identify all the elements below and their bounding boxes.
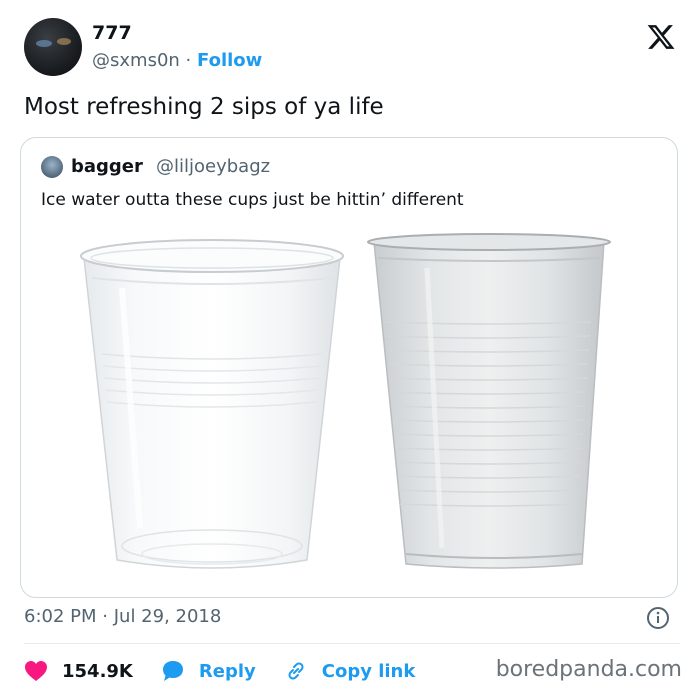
quoted-display-name[interactable]: bagger bbox=[71, 156, 143, 177]
reply-bubble-icon bbox=[162, 661, 183, 681]
like-button[interactable]: 154.9K bbox=[24, 660, 133, 682]
timestamp[interactable]: 6:02 PM · Jul 29, 2018 bbox=[24, 606, 221, 627]
author-handle[interactable]: @sxms0n bbox=[92, 50, 180, 71]
copy-link-button[interactable]: Copy link bbox=[284, 659, 416, 683]
link-icon bbox=[288, 662, 304, 680]
like-count: 154.9K bbox=[62, 660, 133, 682]
heart-icon bbox=[25, 661, 47, 681]
separator: · bbox=[102, 606, 108, 627]
separator: · bbox=[185, 50, 192, 71]
frosted-plastic-cup bbox=[367, 233, 611, 569]
reply-label: Reply bbox=[198, 660, 256, 682]
divider bbox=[24, 643, 680, 644]
watermark: boredpanda.com bbox=[495, 657, 682, 682]
author-handle-line: @sxms0n · Follow bbox=[92, 50, 262, 71]
tweet-date: Jul 29, 2018 bbox=[113, 606, 222, 627]
author-display-name[interactable]: 777 bbox=[92, 22, 132, 44]
quoted-avatar[interactable] bbox=[41, 156, 63, 178]
reply-button[interactable]: Reply bbox=[161, 659, 256, 683]
x-logo-icon[interactable] bbox=[646, 22, 676, 52]
tweet-time: 6:02 PM bbox=[24, 606, 97, 627]
avatar-detail bbox=[57, 38, 71, 45]
quoted-tweet[interactable]: bagger @liljoeybagz Ice water outta thes… bbox=[20, 137, 678, 598]
copy-link-label: Copy link bbox=[321, 660, 416, 682]
quoted-handle: @liljoeybagz bbox=[156, 156, 271, 177]
tweet-text: Most refreshing 2 sips of ya life bbox=[24, 94, 384, 120]
quoted-text: Ice water outta these cups just be hitti… bbox=[41, 190, 464, 210]
avatar[interactable] bbox=[24, 18, 82, 76]
info-icon[interactable] bbox=[646, 606, 670, 630]
avatar-detail bbox=[36, 40, 52, 47]
action-bar: 154.9K Reply Copy link bbox=[24, 656, 443, 686]
cups-image[interactable] bbox=[22, 228, 678, 588]
clear-plastic-cup bbox=[80, 239, 344, 569]
follow-button[interactable]: Follow bbox=[197, 50, 262, 71]
